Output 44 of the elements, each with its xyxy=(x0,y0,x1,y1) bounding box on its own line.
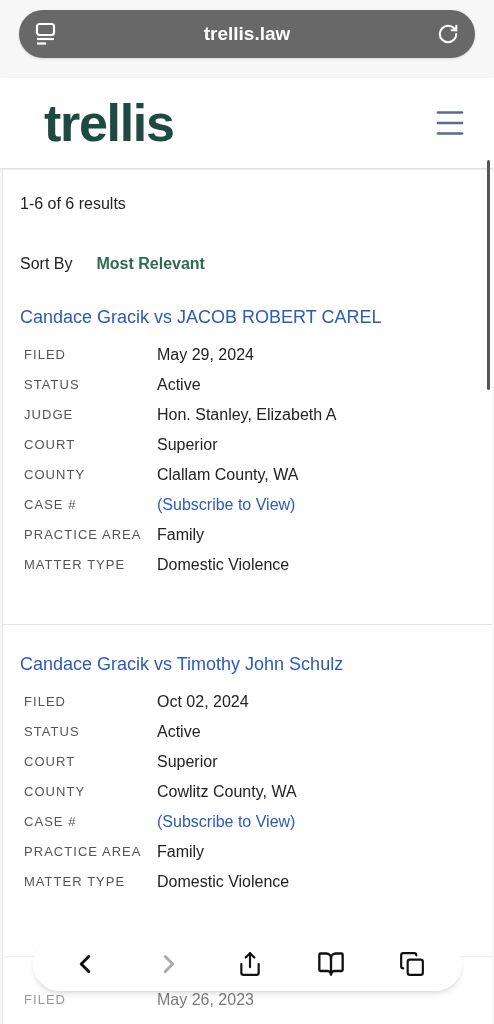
field-value: May 26, 2023 xyxy=(157,990,254,1010)
field-label: COUNTY xyxy=(23,466,87,485)
field-value: Domestic Violence xyxy=(157,872,290,892)
results-summary: 1-6 of 6 results xyxy=(19,194,127,214)
case-title-link[interactable]: Candace Gracik vs Timothy John Schulz xyxy=(20,653,475,675)
bookmarks-icon[interactable] xyxy=(317,950,346,978)
page-menu-icon[interactable] xyxy=(35,22,57,46)
field-value: Clallam County, WA xyxy=(157,465,299,485)
field-label: STATUS xyxy=(23,723,81,742)
field-label: COUNTY xyxy=(23,783,87,802)
field-label: COURT xyxy=(23,753,77,772)
field-label: JUDGE xyxy=(23,406,75,425)
field-label: FILED xyxy=(23,346,68,365)
field-value: Active xyxy=(157,375,201,395)
case-title-link[interactable]: Candace Gracik vs JACOB ROBERT CAREL xyxy=(20,306,475,328)
field-label: CASE # xyxy=(23,496,78,515)
subscribe-link[interactable]: (Subscribe to View) xyxy=(157,810,296,834)
field-label: MATTER TYPE xyxy=(23,556,127,575)
field-value: Family xyxy=(157,525,205,545)
reload-icon[interactable] xyxy=(437,23,459,45)
field-value: Domestic Violence xyxy=(157,555,290,575)
field-value: Superior xyxy=(157,435,218,455)
field-label: CASE # xyxy=(23,813,78,832)
field-value: Cowlitz County, WA xyxy=(157,782,297,802)
field-label: STATUS xyxy=(23,376,81,395)
field-value: Family xyxy=(157,842,205,862)
field-value: May 29, 2024 xyxy=(157,345,254,365)
subscribe-link[interactable]: (Subscribe to View) xyxy=(157,493,296,517)
field-label: FILED xyxy=(23,693,68,712)
trellis-logo[interactable]: trellis xyxy=(44,97,174,149)
address-bar[interactable]: trellis.law xyxy=(19,10,475,58)
field-label: MATTER TYPE xyxy=(23,873,127,892)
tabs-icon[interactable] xyxy=(399,951,426,977)
field-label: FILED xyxy=(23,991,68,1010)
sort-label: Sort By xyxy=(20,254,73,274)
field-value: Oct 02, 2024 xyxy=(157,692,249,712)
field-value: Hon. Stanley, Elizabeth A xyxy=(157,405,337,425)
url-text: trellis.law xyxy=(202,21,292,46)
field-label: COURT xyxy=(23,436,77,455)
field-label: PRACTICE AREA xyxy=(23,843,143,862)
field-label: PRACTICE AREA xyxy=(23,526,143,545)
sort-dropdown[interactable]: Most Relevant xyxy=(96,252,205,276)
field-value: Active xyxy=(157,722,201,742)
field-value: Superior xyxy=(157,752,218,772)
